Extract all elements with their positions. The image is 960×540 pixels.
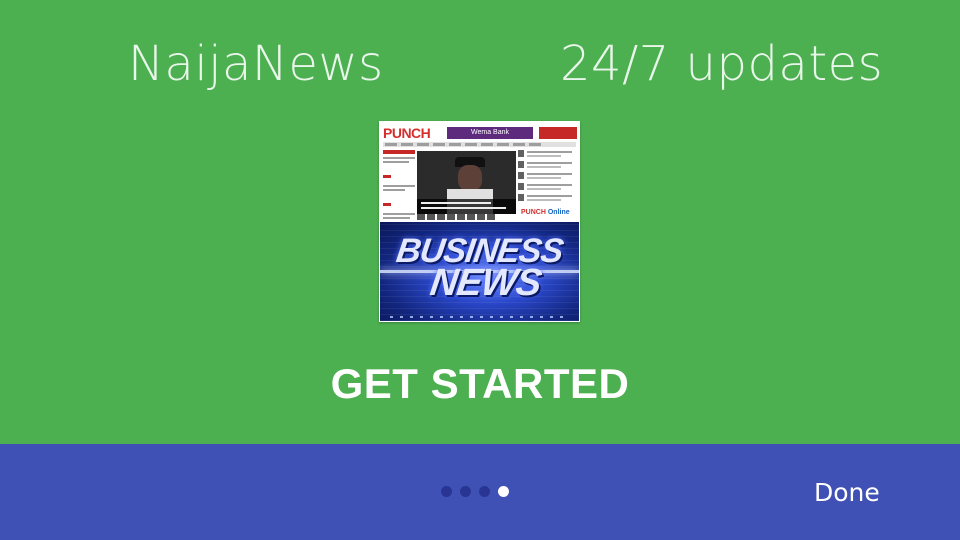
newspaper-ad-banner: Wema Bank (447, 127, 533, 139)
newspaper-thumbnails (417, 214, 516, 220)
page-dot-2 (460, 486, 471, 497)
page-dot-4-active (498, 486, 509, 497)
newspaper-header: PUNCH Wema Bank (379, 121, 580, 143)
newspaper-online-logo: PUNCH Online (521, 209, 570, 216)
newspaper-logo: PUNCH (383, 125, 431, 141)
app-name-title: NaijaNews (128, 36, 384, 92)
preview-image: PUNCH Wema Bank PUNCH Online BUSINESS NE… (379, 121, 580, 322)
banner-line-2: NEWS (427, 262, 544, 304)
online-brand: PUNCH (521, 209, 546, 216)
done-button[interactable]: Done (808, 478, 886, 508)
onboarding-footer: Done (0, 444, 960, 540)
newspaper-right-column (518, 150, 576, 212)
newspaper-lead-photo (417, 151, 516, 214)
business-news-banner: BUSINESS NEWS (380, 222, 579, 321)
newspaper-left-column (383, 150, 415, 247)
newspaper-ad-small (539, 127, 577, 139)
newspaper-nav (383, 142, 576, 147)
online-suffix: Online (547, 209, 570, 216)
onboarding-slide: NaijaNews 24/7 updates PUNCH Wema Bank P… (0, 0, 960, 444)
tagline-title: 24/7 updates (560, 36, 884, 92)
page-dot-1 (441, 486, 452, 497)
page-dot-3 (479, 486, 490, 497)
get-started-label: GET STARTED (330, 360, 630, 407)
